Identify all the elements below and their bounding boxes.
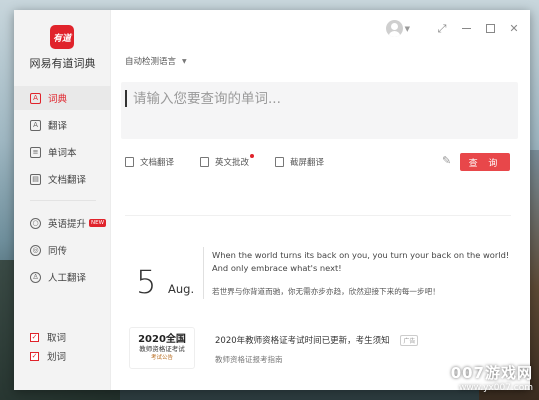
new-badge: NEW [89,219,107,227]
pen-icon[interactable]: ✎ [442,154,454,167]
daily-day: 5 [136,263,157,301]
sidebar-item-label: 翻译 [48,121,68,132]
notification-dot [250,154,255,158]
chevron-down-icon[interactable]: ▼ [405,25,410,33]
dictionary-window: 有道 网易有道词典 A 词典 A 翻译 ≡ 单词本 ▤ 文档翻译 ○ 英语提升 … [14,10,530,390]
search-box [121,82,522,139]
app-name: 网易有道词典 [29,57,96,70]
sidebar-item-label: 文档翻译 [48,175,87,186]
option-label: 取词 [47,333,67,344]
watermark: 007游戏网 www.yx007.com [447,362,533,396]
sidebar-item-human-translate[interactable]: ♙ 人工翻译 [14,265,111,289]
watermark-sub: www.yx007.com [458,383,533,393]
chevron-down-icon: ▼ [182,57,187,65]
capture-word-checkbox[interactable]: ✓ [30,332,39,342]
correction-icon [200,157,210,167]
english-improve-icon: ○ [30,217,41,229]
select-word-checkbox[interactable]: ✓ [30,351,39,361]
sidebar-item-label: 词典 [48,94,68,105]
english-correction-button[interactable]: 英文批改 [200,154,255,168]
sidebar: 有道 网易有道词典 A 词典 A 翻译 ≡ 单词本 ▤ 文档翻译 ○ 英语提升 … [14,10,111,390]
ad-subtitle[interactable]: 教师资格证报考指南 [215,354,283,365]
sidebar-item-document-translate[interactable]: ▤ 文档翻译 [14,167,111,191]
maximize-icon [485,24,495,33]
watermark-main: 007游戏网 [450,364,533,382]
sidebar-item-label: 单词本 [48,148,77,159]
wordbook-icon: ≡ [30,146,41,158]
human-translate-icon: ♙ [30,271,41,283]
mini-mode-icon[interactable]: ⤢ [436,22,448,35]
sidebar-item-dictionary[interactable]: A 词典 [14,86,111,110]
sidebar-item-simultaneous[interactable]: ◎ 同传 [14,238,111,262]
sidebar-item-translate[interactable]: A 翻译 [14,113,111,137]
minimize-button[interactable] [460,23,472,35]
sidebar-divider [30,200,96,201]
divider [125,215,511,216]
ad-title[interactable]: 2020年教师资格证考试时间已更新，考生须知 广告 [215,334,419,346]
ad-title-text: 2020年教师资格证考试时间已更新，考生须知 [215,336,390,346]
screenshot-icon [275,157,285,167]
ad-image-line: 教师资格证考试 [139,345,185,353]
daily-sentence-zh: 若世界与你背道而驰，你无需亦步亦趋，欣然迎接下来的每一步吧！ [212,287,440,296]
avatar[interactable] [385,20,403,37]
sidebar-item-label: 人工翻译 [48,273,87,284]
ad-image-line: 2020全国 [138,334,186,345]
daily-divider [203,247,204,299]
tool-label: 文档翻译 [140,158,175,168]
query-button[interactable]: 查 询 [460,153,510,171]
option-select-word[interactable]: ✓ 划词 [14,344,111,368]
ad-tag: 广告 [400,335,419,346]
simultaneous-icon: ◎ [30,244,41,256]
maximize-button[interactable] [484,23,496,35]
option-label: 划词 [47,352,67,363]
translate-icon: A [30,119,41,131]
main-panel: ▼ ⤢ ✕ 自动检测语言 ▼ 文档翻译 英文批改 截屏 [111,10,530,390]
ad-image-line: 考试公告 [150,355,173,361]
tool-label: 截屏翻译 [290,158,325,168]
search-input[interactable] [125,90,522,107]
minimize-icon [461,28,471,29]
dictionary-icon: A [30,92,41,104]
tools-row: 文档翻译 英文批改 截屏翻译 [125,154,350,168]
titlebar-controls: ▼ ⤢ ✕ [385,20,520,37]
screenshot-translate-button[interactable]: 截屏翻译 [275,156,324,168]
daily-sentence-en[interactable]: When the world turns its back on you, yo… [212,249,512,275]
sidebar-item-wordbook[interactable]: ≡ 单词本 [14,140,111,164]
sidebar-item-label: 英语提升 [48,219,87,230]
sidebar-item-label: 同传 [48,246,68,257]
document-icon [125,157,134,167]
tool-label: 英文批改 [215,158,250,168]
ad-image[interactable]: 2020全国 教师资格证考试 考试公告 [129,327,195,369]
language-select[interactable]: 自动检测语言 ▼ [125,55,187,67]
close-button[interactable]: ✕ [508,22,520,35]
language-select-label: 自动检测语言 [125,57,177,67]
document-translate-button[interactable]: 文档翻译 [125,156,174,168]
document-icon: ▤ [30,173,41,185]
sidebar-item-english-improve[interactable]: ○ 英语提升 NEW [14,211,111,235]
daily-month: Aug. [168,282,195,296]
app-logo: 有道 [50,25,74,49]
